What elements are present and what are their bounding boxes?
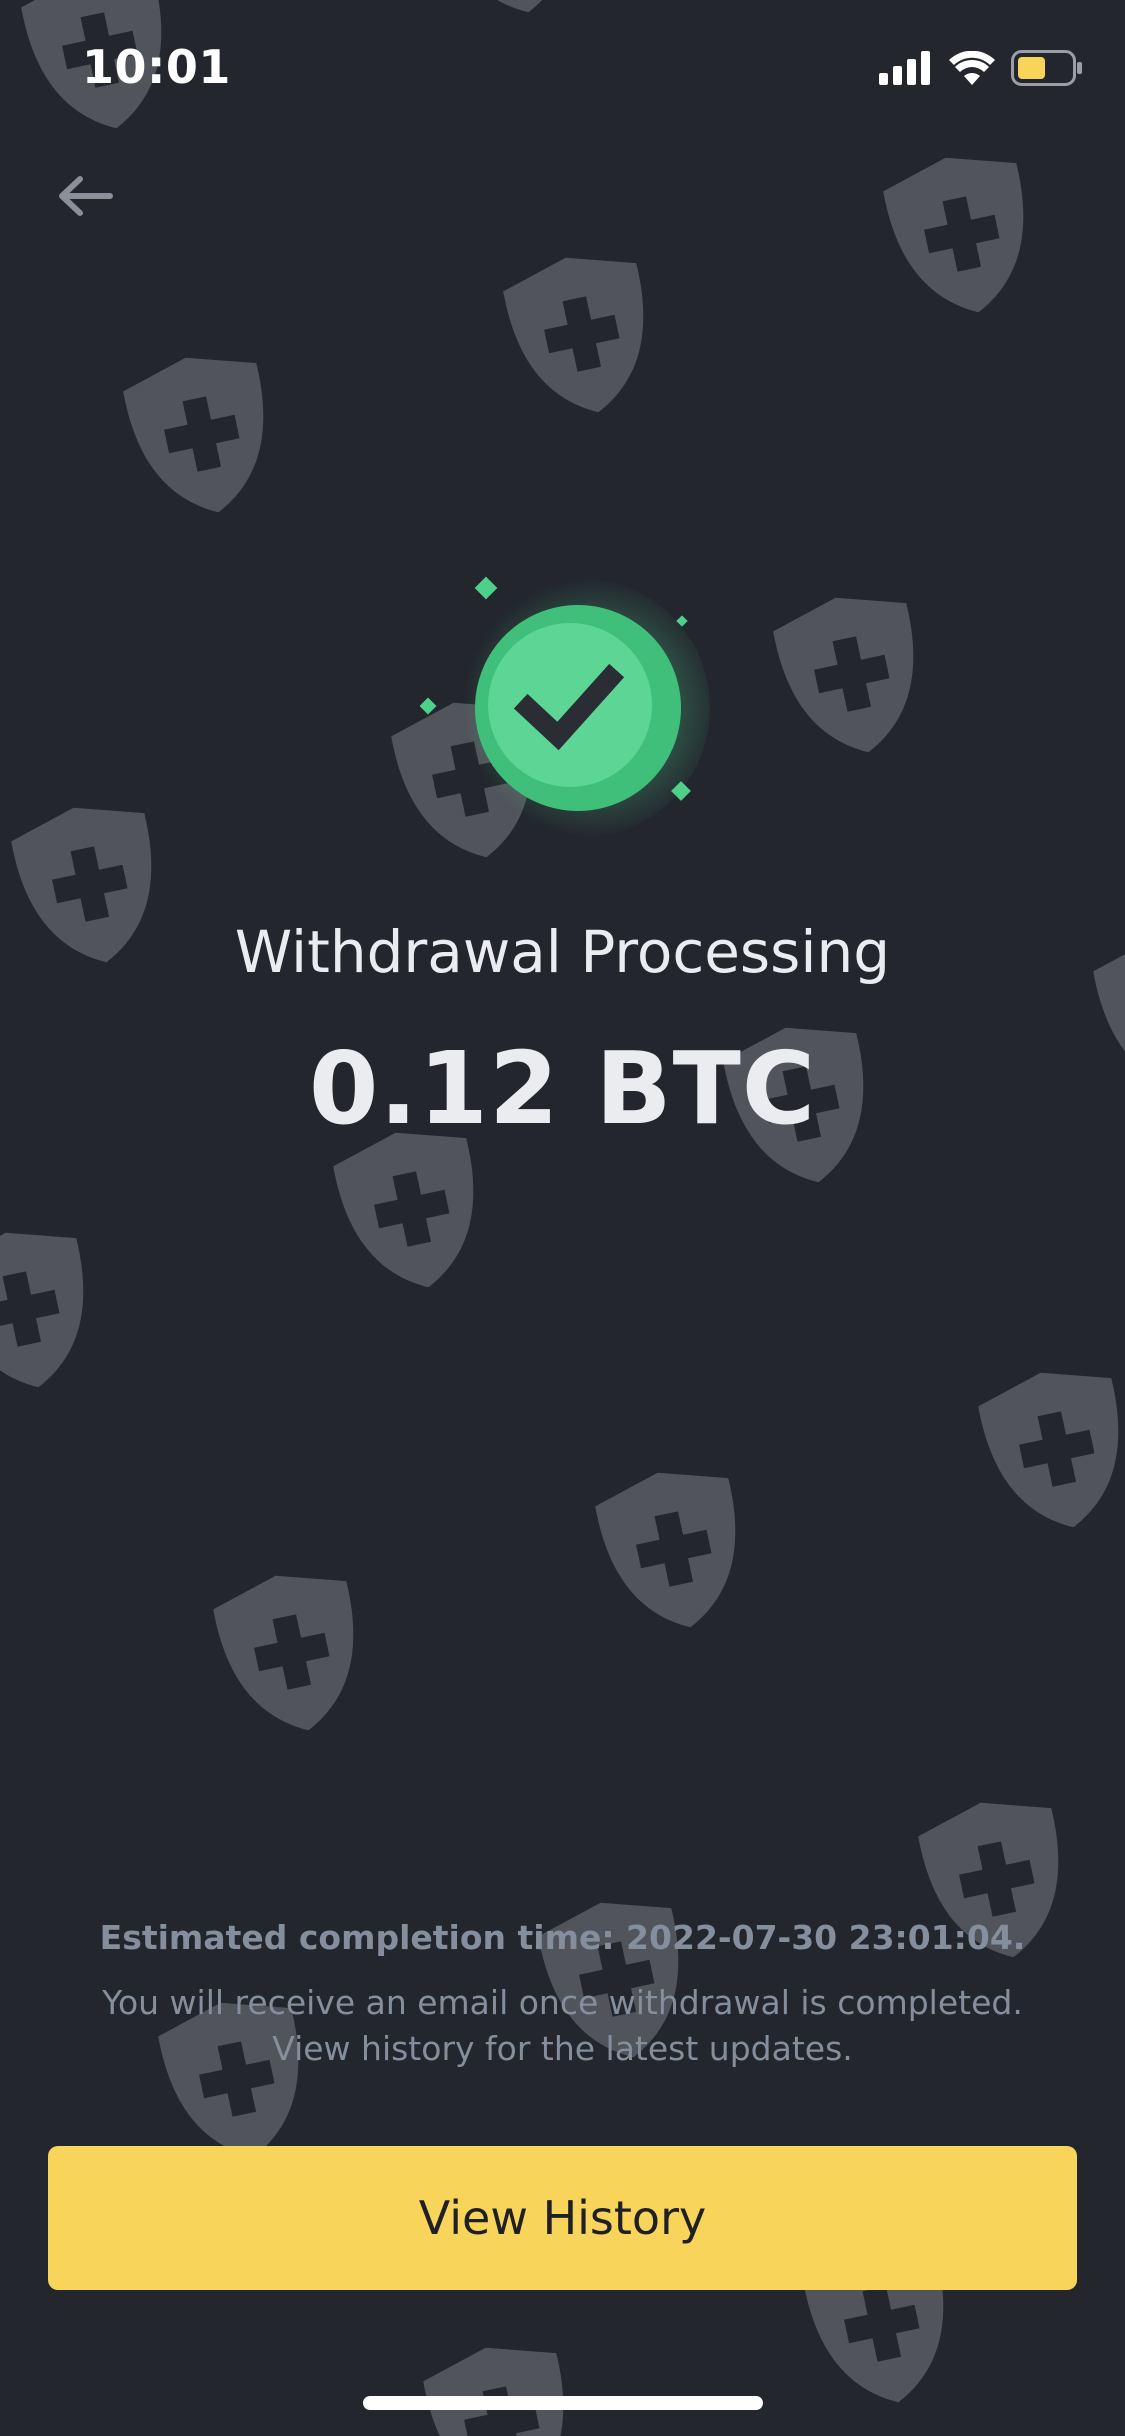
back-arrow-icon	[59, 176, 113, 216]
note-line-1: You will receive an email once withdrawa…	[102, 1983, 1023, 2022]
shield-plus-icon	[883, 157, 1024, 313]
status-time: 10:01	[82, 40, 231, 94]
withdrawal-amount: 0.12 BTC	[308, 1030, 817, 1147]
estimated-completion-time: Estimated completion time: 2022-07-30 23…	[99, 1918, 1026, 1957]
shield-plus-icon	[978, 1372, 1119, 1528]
success-emblem	[419, 560, 710, 840]
shield-plus-icon	[333, 1132, 474, 1288]
shield-plus-icon	[123, 357, 264, 513]
shield-plus-icon	[503, 257, 644, 413]
withdrawal-result-screen: 10:01 Withdrawal Processing 0.12 BTC Est…	[0, 0, 1125, 2436]
status-title: Withdrawal Processing	[234, 918, 891, 986]
cellular-signal-icon	[879, 51, 933, 89]
battery-icon	[1011, 50, 1083, 90]
shield-plus-icon	[595, 1472, 736, 1628]
shield-plus-icon	[213, 1575, 354, 1731]
status-bar: 10:01	[0, 0, 1125, 132]
shield-plus-icon	[0, 1232, 84, 1388]
note-line-2: View history for the latest updates.	[272, 2029, 853, 2068]
back-button[interactable]	[50, 165, 120, 227]
view-history-button[interactable]: View History	[48, 2146, 1077, 2290]
wifi-icon	[949, 50, 995, 89]
shield-plus-icon	[423, 2347, 564, 2436]
home-indicator[interactable]	[363, 2396, 763, 2410]
status-icons	[879, 50, 1083, 90]
completion-note: You will receive an email once withdrawa…	[90, 1980, 1035, 2072]
shield-plus-icon	[773, 597, 914, 753]
